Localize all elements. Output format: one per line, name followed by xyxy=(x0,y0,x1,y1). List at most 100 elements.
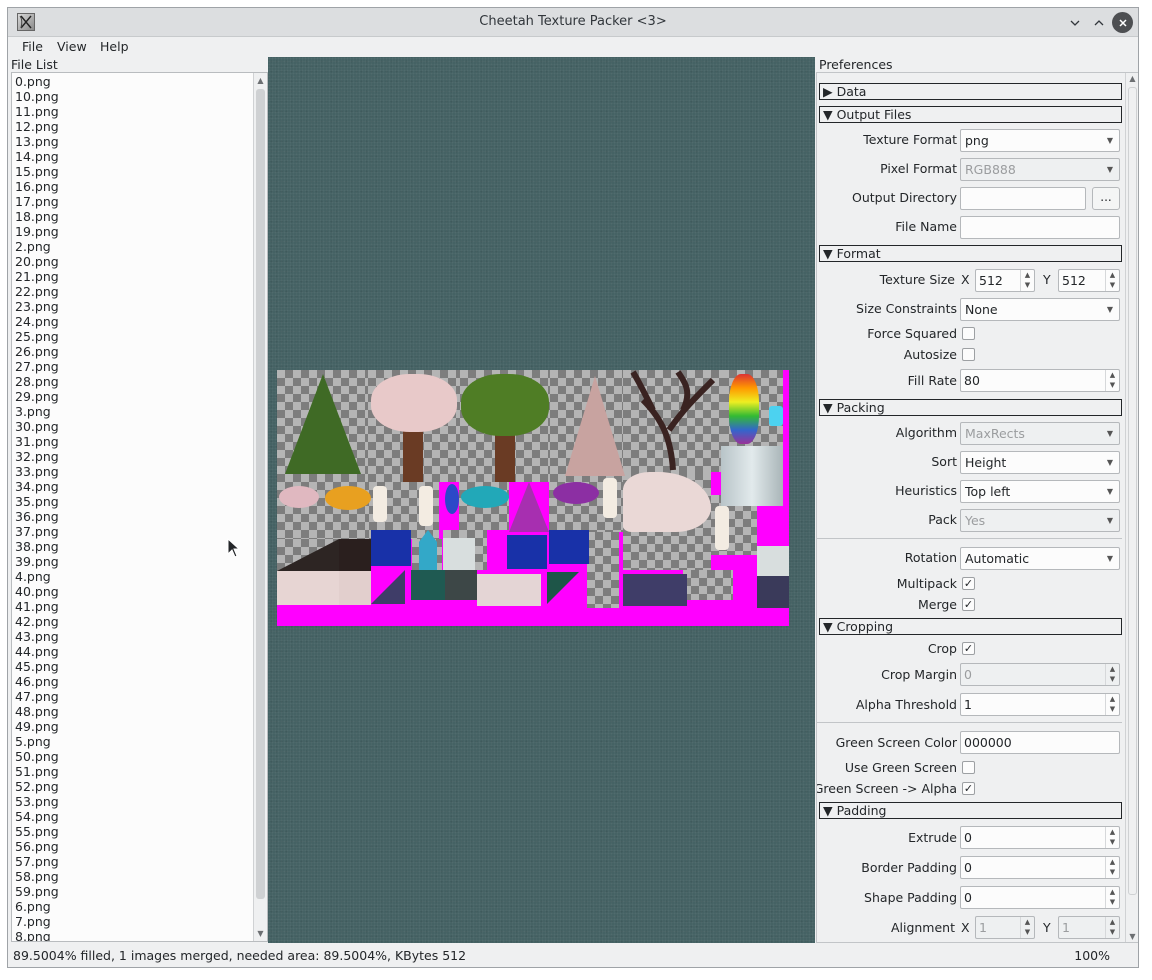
file-list-item[interactable]: 31.png xyxy=(15,434,59,449)
menu-help[interactable]: Help xyxy=(100,39,129,54)
minimize-button[interactable] xyxy=(1064,12,1085,33)
section-format[interactable]: ▼ Format xyxy=(819,245,1122,262)
file-list-item[interactable]: 30.png xyxy=(15,419,59,434)
file-list-item[interactable]: 34.png xyxy=(15,479,59,494)
file-list[interactable]: 0.png 10.png 11.png 12.png 13.png 14.png 15.pn… xyxy=(11,72,268,942)
file-list-item[interactable]: 23.png xyxy=(15,299,59,314)
texture-size-x-field[interactable]: 512 ▲ ▼ xyxy=(975,269,1035,292)
file-list-item[interactable]: 15.png xyxy=(15,164,59,179)
file-list-item[interactable]: 59.png xyxy=(15,884,59,899)
size-constraints-combo[interactable]: None ▼ xyxy=(960,298,1120,321)
file-list-item[interactable]: 39.png xyxy=(15,554,59,569)
file-list-item[interactable]: 4.png xyxy=(15,569,59,584)
file-list-item[interactable]: 58.png xyxy=(15,869,59,884)
section-cropping[interactable]: ▼ Cropping xyxy=(819,618,1122,635)
autosize-checkbox[interactable] xyxy=(962,348,975,361)
scroll-thumb[interactable] xyxy=(1128,87,1137,895)
section-data[interactable]: ▶ Data xyxy=(819,83,1122,100)
file-list-item[interactable]: 48.png xyxy=(15,704,59,719)
file-list-item[interactable]: 47.png xyxy=(15,689,59,704)
green-screen-color-field[interactable]: 000000 xyxy=(960,731,1120,754)
file-list-item[interactable]: 37.png xyxy=(15,524,59,539)
file-list-item[interactable]: 40.png xyxy=(15,584,59,599)
file-list-item[interactable]: 11.png xyxy=(15,104,59,119)
file-list-item[interactable]: 0.png xyxy=(15,74,59,89)
extrude-field[interactable]: 0 ▲ ▼ xyxy=(960,826,1120,849)
texture-format-combo[interactable]: png ▼ xyxy=(960,129,1120,152)
file-list-item[interactable]: 27.png xyxy=(15,359,59,374)
file-list-item[interactable]: 26.png xyxy=(15,344,59,359)
file-list-item[interactable]: 43.png xyxy=(15,629,59,644)
file-list-item[interactable]: 35.png xyxy=(15,494,59,509)
scroll-thumb[interactable] xyxy=(256,89,265,899)
file-list-item[interactable]: 7.png xyxy=(15,914,59,929)
menu-file[interactable]: File xyxy=(22,39,43,54)
file-list-item[interactable]: 44.png xyxy=(15,644,59,659)
file-list-item[interactable]: 25.png xyxy=(15,329,59,344)
maximize-button[interactable] xyxy=(1088,12,1109,33)
file-list-item[interactable]: 24.png xyxy=(15,314,59,329)
file-list-item[interactable]: 14.png xyxy=(15,149,59,164)
file-list-item[interactable]: 51.png xyxy=(15,764,59,779)
file-list-item[interactable]: 13.png xyxy=(15,134,59,149)
browse-directory-button[interactable]: ... xyxy=(1092,187,1120,210)
texture-size-y-field[interactable]: 512 ▲ ▼ xyxy=(1058,269,1120,292)
file-list-item[interactable]: 17.png xyxy=(15,194,59,209)
sort-combo[interactable]: Height ▼ xyxy=(960,451,1120,474)
file-list-item[interactable]: 42.png xyxy=(15,614,59,629)
texture-preview-canvas[interactable] xyxy=(268,57,815,943)
file-list-item[interactable]: 12.png xyxy=(15,119,59,134)
file-list-item[interactable]: 54.png xyxy=(15,809,59,824)
menu-view[interactable]: View xyxy=(57,39,87,54)
file-list-item[interactable]: 19.png xyxy=(15,224,59,239)
file-list-item[interactable]: 56.png xyxy=(15,839,59,854)
file-list-item[interactable]: 10.png xyxy=(15,89,59,104)
output-directory-field[interactable] xyxy=(960,187,1086,210)
border-padding-field[interactable]: 0 ▲ ▼ xyxy=(960,856,1120,879)
heuristics-combo[interactable]: Top left ▼ xyxy=(960,480,1120,503)
scroll-down-arrow[interactable]: ▼ xyxy=(254,927,267,940)
use-green-screen-checkbox[interactable] xyxy=(962,761,975,774)
file-list-item[interactable]: 50.png xyxy=(15,749,59,764)
file-list-item[interactable]: 52.png xyxy=(15,779,59,794)
fill-rate-field[interactable]: 80 ▲ ▼ xyxy=(960,369,1120,392)
shape-padding-field[interactable]: 0 ▲ ▼ xyxy=(960,886,1120,909)
green-screen-alpha-checkbox[interactable]: ✓ xyxy=(962,782,975,795)
file-list-scrollbar[interactable]: ▲ ▼ xyxy=(253,73,267,941)
rotation-combo[interactable]: Automatic ▼ xyxy=(960,547,1120,570)
section-output-files[interactable]: ▼ Output Files xyxy=(819,106,1122,123)
file-list-item[interactable]: 49.png xyxy=(15,719,59,734)
preferences-scrollbar[interactable]: ▲ ▼ xyxy=(1125,73,1138,942)
section-padding[interactable]: ▼ Padding xyxy=(819,802,1122,819)
file-list-item[interactable]: 28.png xyxy=(15,374,59,389)
file-list-item[interactable]: 41.png xyxy=(15,599,59,614)
file-list-item[interactable]: 33.png xyxy=(15,464,59,479)
force-squared-checkbox[interactable] xyxy=(962,327,975,340)
file-list-item[interactable]: 5.png xyxy=(15,734,59,749)
crop-checkbox[interactable]: ✓ xyxy=(962,642,975,655)
file-list-item[interactable]: 32.png xyxy=(15,449,59,464)
merge-checkbox[interactable]: ✓ xyxy=(962,598,975,611)
file-list-item[interactable]: 16.png xyxy=(15,179,59,194)
file-list-item[interactable]: 6.png xyxy=(15,899,59,914)
file-name-field[interactable] xyxy=(960,216,1120,239)
file-list-item[interactable]: 2.png xyxy=(15,239,59,254)
close-button[interactable] xyxy=(1112,12,1133,33)
file-list-item[interactable]: 36.png xyxy=(15,509,59,524)
file-list-item[interactable]: 20.png xyxy=(15,254,59,269)
multipack-checkbox[interactable]: ✓ xyxy=(962,577,975,590)
scroll-up-arrow[interactable]: ▲ xyxy=(1126,74,1138,83)
scroll-down-arrow[interactable]: ▼ xyxy=(1126,932,1138,941)
file-list-item[interactable]: 53.png xyxy=(15,794,59,809)
section-packing[interactable]: ▼ Packing xyxy=(819,399,1122,416)
file-list-item[interactable]: 22.png xyxy=(15,284,59,299)
alpha-threshold-field[interactable]: 1 ▲ ▼ xyxy=(960,693,1120,716)
file-list-item[interactable]: 21.png xyxy=(15,269,59,284)
file-list-item[interactable]: 18.png xyxy=(15,209,59,224)
file-list-item[interactable]: 55.png xyxy=(15,824,59,839)
file-list-item[interactable]: 29.png xyxy=(15,389,59,404)
file-list-item[interactable]: 46.png xyxy=(15,674,59,689)
file-list-item[interactable]: 57.png xyxy=(15,854,59,869)
scroll-up-arrow[interactable]: ▲ xyxy=(254,74,267,87)
file-list-item[interactable]: 8.png xyxy=(15,929,59,941)
